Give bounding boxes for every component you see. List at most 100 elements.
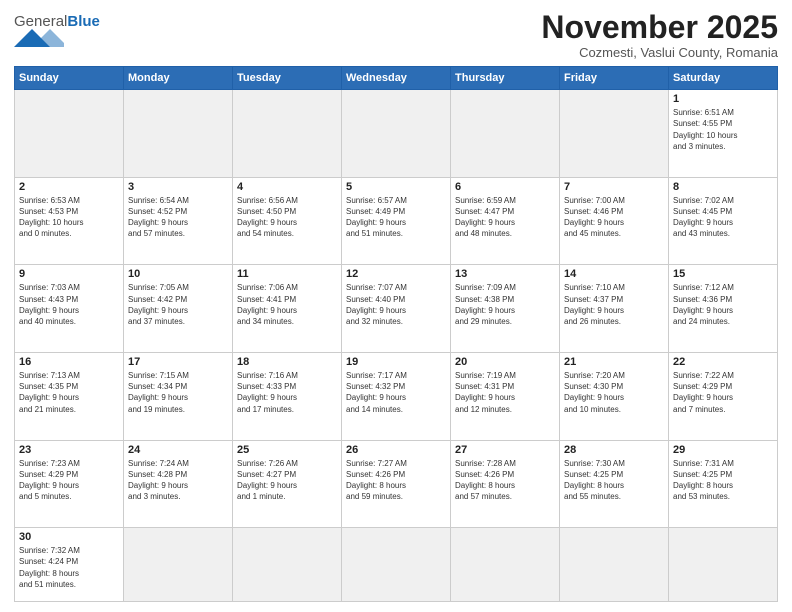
day-number: 23 bbox=[19, 444, 119, 456]
col-wednesday: Wednesday bbox=[342, 67, 451, 90]
col-monday: Monday bbox=[124, 67, 233, 90]
calendar-week-row: 2Sunrise: 6:53 AM Sunset: 4:53 PM Daylig… bbox=[15, 177, 778, 265]
logo-general: General bbox=[14, 13, 67, 30]
table-row: 27Sunrise: 7:28 AM Sunset: 4:26 PM Dayli… bbox=[451, 440, 560, 528]
table-row: 12 Sunrise: 7:07 AM Sunset: 4:40 PM Dayli… bbox=[342, 265, 451, 353]
day-number: 4 bbox=[237, 181, 337, 193]
table-row: 8 Sunrise: 7:02 AM Sunset: 4:45 PM Daylig… bbox=[669, 177, 778, 265]
calendar-week-row: 1Sunrise: 6:51 AM Sunset: 4:55 PM Daylig… bbox=[15, 90, 778, 178]
table-row: 6Sunrise: 6:59 AM Sunset: 4:47 PM Daylig… bbox=[451, 177, 560, 265]
day-number: 30 bbox=[19, 531, 119, 543]
table-row: 17Sunrise: 7:15 AM Sunset: 4:34 PM Dayli… bbox=[124, 352, 233, 440]
header: GeneralBlue November 2025 Cozmesti, Vasl… bbox=[14, 10, 778, 60]
table-row bbox=[124, 528, 233, 602]
day-number: 5 bbox=[346, 181, 446, 193]
day-number: 21 bbox=[564, 356, 664, 368]
table-row: 26Sunrise: 7:27 AM Sunset: 4:26 PM Dayli… bbox=[342, 440, 451, 528]
day-number: 11 bbox=[237, 268, 337, 280]
day-number: 1 bbox=[673, 93, 773, 105]
logo-blue: Blue bbox=[67, 13, 100, 30]
table-row bbox=[233, 528, 342, 602]
table-row bbox=[342, 90, 451, 178]
col-tuesday: Tuesday bbox=[233, 67, 342, 90]
month-title: November 2025 bbox=[541, 10, 778, 45]
day-info: Sunrise: 7:27 AM Sunset: 4:26 PM Dayligh… bbox=[346, 458, 446, 503]
table-row bbox=[233, 90, 342, 178]
day-info: Sunrise: 7:16 AM Sunset: 4:33 PM Dayligh… bbox=[237, 370, 337, 415]
table-row: 22 Sunrise: 7:22 AM Sunset: 4:29 PM Dayli… bbox=[669, 352, 778, 440]
table-row: 24 Sunrise: 7:24 AM Sunset: 4:28 PM Dayli… bbox=[124, 440, 233, 528]
table-row: 25 Sunrise: 7:26 AM Sunset: 4:27 PM Dayli… bbox=[233, 440, 342, 528]
day-number: 18 bbox=[237, 356, 337, 368]
day-info: Sunrise: 6:54 AM Sunset: 4:52 PM Dayligh… bbox=[128, 195, 228, 240]
table-row: 9 Sunrise: 7:03 AM Sunset: 4:43 PM Daylig… bbox=[15, 265, 124, 353]
table-row: 5 Sunrise: 6:57 AM Sunset: 4:49 PM Daylig… bbox=[342, 177, 451, 265]
table-row: 13Sunrise: 7:09 AM Sunset: 4:38 PM Dayli… bbox=[451, 265, 560, 353]
day-info: Sunrise: 7:02 AM Sunset: 4:45 PM Dayligh… bbox=[673, 195, 773, 240]
calendar-week-row: 16Sunrise: 7:13 AM Sunset: 4:35 PM Dayli… bbox=[15, 352, 778, 440]
day-number: 19 bbox=[346, 356, 446, 368]
day-number: 14 bbox=[564, 268, 664, 280]
col-thursday: Thursday bbox=[451, 67, 560, 90]
table-row: 19Sunrise: 7:17 AM Sunset: 4:32 PM Dayli… bbox=[342, 352, 451, 440]
day-info: Sunrise: 7:31 AM Sunset: 4:25 PM Dayligh… bbox=[673, 458, 773, 503]
day-number: 22 bbox=[673, 356, 773, 368]
table-row bbox=[560, 528, 669, 602]
day-info: Sunrise: 7:03 AM Sunset: 4:43 PM Dayligh… bbox=[19, 282, 119, 327]
day-number: 8 bbox=[673, 181, 773, 193]
day-number: 7 bbox=[564, 181, 664, 193]
day-info: Sunrise: 7:23 AM Sunset: 4:29 PM Dayligh… bbox=[19, 458, 119, 503]
table-row: 4 Sunrise: 6:56 AM Sunset: 4:50 PM Daylig… bbox=[233, 177, 342, 265]
day-info: Sunrise: 7:07 AM Sunset: 4:40 PM Dayligh… bbox=[346, 282, 446, 327]
location: Cozmesti, Vaslui County, Romania bbox=[541, 45, 778, 60]
table-row: 11 Sunrise: 7:06 AM Sunset: 4:41 PM Dayli… bbox=[233, 265, 342, 353]
day-info: Sunrise: 7:00 AM Sunset: 4:46 PM Dayligh… bbox=[564, 195, 664, 240]
day-number: 25 bbox=[237, 444, 337, 456]
day-info: Sunrise: 7:30 AM Sunset: 4:25 PM Dayligh… bbox=[564, 458, 664, 503]
day-number: 10 bbox=[128, 268, 228, 280]
calendar-week-row: 30 Sunrise: 7:32 AM Sunset: 4:24 PM Dayli… bbox=[15, 528, 778, 602]
day-number: 24 bbox=[128, 444, 228, 456]
table-row: 3Sunrise: 6:54 AM Sunset: 4:52 PM Daylig… bbox=[124, 177, 233, 265]
day-info: Sunrise: 7:22 AM Sunset: 4:29 PM Dayligh… bbox=[673, 370, 773, 415]
day-info: Sunrise: 7:32 AM Sunset: 4:24 PM Dayligh… bbox=[19, 545, 119, 590]
day-number: 6 bbox=[455, 181, 555, 193]
day-info: Sunrise: 7:12 AM Sunset: 4:36 PM Dayligh… bbox=[673, 282, 773, 327]
table-row: 29 Sunrise: 7:31 AM Sunset: 4:25 PM Dayli… bbox=[669, 440, 778, 528]
table-row bbox=[451, 528, 560, 602]
table-row bbox=[669, 528, 778, 602]
table-row bbox=[124, 90, 233, 178]
day-info: Sunrise: 7:05 AM Sunset: 4:42 PM Dayligh… bbox=[128, 282, 228, 327]
table-row bbox=[15, 90, 124, 178]
table-row bbox=[342, 528, 451, 602]
logo-icon bbox=[14, 29, 64, 47]
col-friday: Friday bbox=[560, 67, 669, 90]
day-number: 16 bbox=[19, 356, 119, 368]
title-block: November 2025 Cozmesti, Vaslui County, R… bbox=[541, 10, 778, 60]
table-row bbox=[451, 90, 560, 178]
day-number: 28 bbox=[564, 444, 664, 456]
day-info: Sunrise: 6:57 AM Sunset: 4:49 PM Dayligh… bbox=[346, 195, 446, 240]
calendar-table: Sunday Monday Tuesday Wednesday Thursday… bbox=[14, 66, 778, 602]
day-number: 12 bbox=[346, 268, 446, 280]
day-number: 13 bbox=[455, 268, 555, 280]
table-row: 15Sunrise: 7:12 AM Sunset: 4:36 PM Dayli… bbox=[669, 265, 778, 353]
day-info: Sunrise: 7:24 AM Sunset: 4:28 PM Dayligh… bbox=[128, 458, 228, 503]
day-info: Sunrise: 6:56 AM Sunset: 4:50 PM Dayligh… bbox=[237, 195, 337, 240]
day-number: 29 bbox=[673, 444, 773, 456]
day-info: Sunrise: 7:26 AM Sunset: 4:27 PM Dayligh… bbox=[237, 458, 337, 503]
table-row: 7 Sunrise: 7:00 AM Sunset: 4:46 PM Daylig… bbox=[560, 177, 669, 265]
day-info: Sunrise: 7:06 AM Sunset: 4:41 PM Dayligh… bbox=[237, 282, 337, 327]
day-number: 9 bbox=[19, 268, 119, 280]
table-row: 23 Sunrise: 7:23 AM Sunset: 4:29 PM Dayli… bbox=[15, 440, 124, 528]
col-sunday: Sunday bbox=[15, 67, 124, 90]
table-row: 18 Sunrise: 7:16 AM Sunset: 4:33 PM Dayli… bbox=[233, 352, 342, 440]
table-row: 21Sunrise: 7:20 AM Sunset: 4:30 PM Dayli… bbox=[560, 352, 669, 440]
table-row: 16Sunrise: 7:13 AM Sunset: 4:35 PM Dayli… bbox=[15, 352, 124, 440]
table-row: 10 Sunrise: 7:05 AM Sunset: 4:42 PM Dayli… bbox=[124, 265, 233, 353]
table-row: 1Sunrise: 6:51 AM Sunset: 4:55 PM Daylig… bbox=[669, 90, 778, 178]
day-number: 2 bbox=[19, 181, 119, 193]
table-row bbox=[560, 90, 669, 178]
table-row: 30 Sunrise: 7:32 AM Sunset: 4:24 PM Dayli… bbox=[15, 528, 124, 602]
day-number: 20 bbox=[455, 356, 555, 368]
